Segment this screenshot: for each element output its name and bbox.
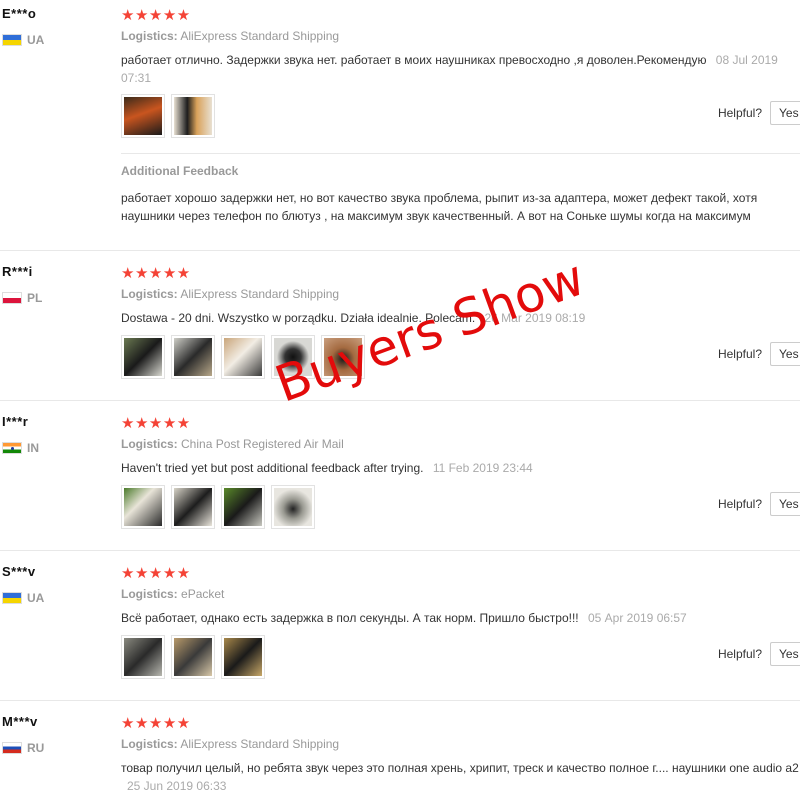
review-photo[interactable] xyxy=(171,485,215,529)
helpful-label: Helpful? xyxy=(717,647,762,661)
country-code: UA xyxy=(27,591,45,605)
helpful-control: Helpful? Yes xyxy=(718,101,800,125)
flag-icon xyxy=(2,34,22,46)
reviewer-name: S***v xyxy=(2,564,36,579)
review-date: 05 Apr 2019 06:57 xyxy=(587,611,687,625)
country-code: UA xyxy=(27,33,45,47)
helpful-control: Helpful? Yes xyxy=(718,642,800,666)
logistics-info: Logistics: ePacket xyxy=(121,587,225,601)
review-photo[interactable] xyxy=(221,335,265,379)
star-rating: ★★★★★ xyxy=(121,265,191,282)
country-code: IN xyxy=(27,441,39,455)
review-date: 25 Jun 2019 06:33 xyxy=(127,779,227,793)
additional-feedback-label: Additional Feedback xyxy=(121,164,239,178)
review-photo[interactable] xyxy=(171,94,215,138)
helpful-yes-button[interactable]: Yes xyxy=(770,642,800,666)
review-item: E***o UA ★★★★★ Logistics: AliExpress Sta… xyxy=(0,0,800,251)
helpful-label: Helpful? xyxy=(717,497,762,511)
review-text: Всё работает, однако есть задержка в пол… xyxy=(121,611,687,625)
helpful-label: Helpful? xyxy=(717,347,762,361)
review-photos xyxy=(121,635,265,679)
star-rating: ★★★★★ xyxy=(121,565,191,582)
review-photo[interactable] xyxy=(121,635,165,679)
logistics-info: Logistics: China Post Registered Air Mai… xyxy=(121,437,344,451)
review-photos xyxy=(121,94,215,138)
star-rating: ★★★★★ xyxy=(121,7,191,24)
review-date: 11 Feb 2019 23:44 xyxy=(432,461,533,475)
review-photo[interactable] xyxy=(271,485,315,529)
helpful-label: Helpful? xyxy=(717,106,762,120)
logistics-info: Logistics: AliExpress Standard Shipping xyxy=(121,287,340,301)
reviewer-info: I***r IN xyxy=(2,414,112,455)
review-photo[interactable] xyxy=(221,485,265,529)
additional-feedback-text: работает хорошо задержки нет, но вот кач… xyxy=(121,191,758,223)
review-item: S***v UA ★★★★★ Logistics: ePacket Всё ра… xyxy=(0,558,800,701)
flag-icon xyxy=(2,442,22,454)
review-item: I***r IN ★★★★★ Logistics: China Post Reg… xyxy=(0,408,800,551)
review-photo[interactable] xyxy=(171,335,215,379)
flag-icon xyxy=(2,742,22,754)
star-rating: ★★★★★ xyxy=(121,415,191,432)
country-code: RU xyxy=(27,741,45,755)
reviewer-name: I***r xyxy=(2,414,29,429)
helpful-control: Helpful? Yes xyxy=(718,342,800,366)
flag-icon xyxy=(2,292,22,304)
helpful-control: Helpful? Yes xyxy=(718,492,800,516)
review-photo[interactable] xyxy=(121,485,165,529)
logistics-info: Logistics: AliExpress Standard Shipping xyxy=(121,29,340,43)
review-photo[interactable] xyxy=(121,94,165,138)
helpful-yes-button[interactable]: Yes xyxy=(770,342,800,366)
reviewer-name: R***i xyxy=(2,264,33,279)
reviewer-info: R***i PL xyxy=(2,264,112,305)
reviewer-name: E***o xyxy=(2,6,37,21)
review-photo[interactable] xyxy=(121,335,165,379)
review-photo[interactable] xyxy=(221,635,265,679)
review-item: M***v RU ★★★★★ Logistics: AliExpress Sta… xyxy=(0,708,800,800)
logistics-info: Logistics: AliExpress Standard Shipping xyxy=(121,737,340,751)
reviewer-info: S***v UA xyxy=(2,564,112,605)
flag-icon xyxy=(2,592,22,604)
helpful-yes-button[interactable]: Yes xyxy=(770,492,800,516)
divider xyxy=(121,153,800,154)
review-photos xyxy=(121,485,315,529)
review-text: товар получил целый, но ребята звук чере… xyxy=(121,761,799,793)
star-rating: ★★★★★ xyxy=(121,715,191,732)
review-text: Haven't tried yet but post additional fe… xyxy=(121,461,533,475)
reviewer-info: E***o UA xyxy=(2,6,112,47)
helpful-yes-button[interactable]: Yes xyxy=(770,101,800,125)
reviewer-name: M***v xyxy=(2,714,38,729)
review-text: работает отлично. Задержки звука нет. ра… xyxy=(121,53,778,85)
country-code: PL xyxy=(27,291,43,305)
review-photo[interactable] xyxy=(171,635,215,679)
reviewer-info: M***v RU xyxy=(2,714,112,755)
